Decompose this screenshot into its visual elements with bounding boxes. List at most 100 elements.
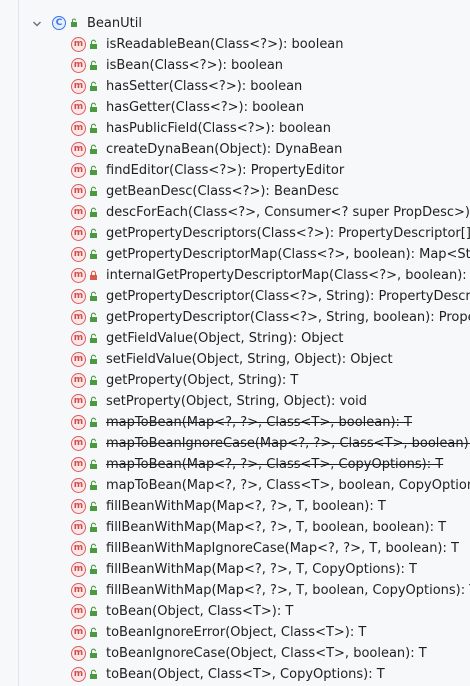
tree-node-method[interactable]: m toBeanIgnoreCase(Object, Class<T>, bool… (0, 643, 470, 664)
method-signature: toBeanIgnoreError(Object, Class<T>): T (106, 625, 367, 640)
tree-node-method[interactable]: m mapToBean(Map<?, ?>, Class<T>, boolean)… (0, 412, 470, 433)
tree-node-method[interactable]: m setFieldValue(Object, String, Object): … (0, 349, 470, 370)
method-icon: m (71, 436, 86, 451)
method-signature: hasPublicField(Class<?>): boolean (106, 121, 331, 136)
method-signature: hasGetter(Class<?>): boolean (106, 100, 305, 115)
public-lock-icon (90, 375, 97, 385)
method-signature: findEditor(Class<?>): PropertyEditor (106, 163, 345, 178)
tree-node-method[interactable]: m fillBeanWithMap(Map<?, ?>, T, CopyOptio… (0, 559, 470, 580)
tree-node-method[interactable]: m hasSetter(Class<?>): boolean (0, 76, 470, 97)
tree-node-method[interactable]: m getPropertyDescriptors(Class<?>): Prope… (0, 223, 470, 244)
method-icon: m (71, 310, 86, 325)
method-icon: m (71, 352, 86, 367)
tree-node-method[interactable]: m getPropertyDescriptorMap(Class<?>, bool… (0, 244, 470, 265)
tree-node-method[interactable]: m setProperty(Object, String, Object): vo… (0, 391, 470, 412)
public-lock-icon (90, 396, 97, 406)
public-lock-icon (90, 501, 97, 511)
tree-node-method[interactable]: m isReadableBean(Class<?>): boolean (0, 34, 470, 55)
tree-node-method[interactable]: m fillBeanWithMap(Map<?, ?>, T, boolean, … (0, 580, 470, 601)
public-lock-icon (90, 459, 97, 469)
public-lock-icon (90, 669, 97, 679)
method-signature: descForEach(Class<?>, Consumer<? super P… (106, 205, 470, 220)
tree-node-method[interactable]: m fillBeanWithMap(Map<?, ?>, T, boolean):… (0, 496, 470, 517)
tree-node-method[interactable]: m getBeanDesc(Class<?>): BeanDesc (0, 181, 470, 202)
method-signature: fillBeanWithMap(Map<?, ?>, T, boolean, C… (106, 583, 470, 598)
method-signature: internalGetPropertyDescriptorMap(Class<?… (106, 268, 470, 283)
tree-node-method[interactable]: m toBean(Object, Class<T>, CopyOptions): … (0, 664, 470, 685)
public-lock-icon (90, 60, 97, 70)
public-lock-icon (90, 627, 97, 637)
public-lock-icon (90, 228, 97, 238)
chevron-down-icon[interactable] (32, 19, 42, 29)
method-signature: getProperty(Object, String): T (106, 373, 299, 388)
public-lock-icon (90, 186, 97, 196)
public-lock-icon (90, 249, 97, 259)
method-icon: m (71, 289, 86, 304)
method-icon: m (71, 667, 86, 682)
tree-node-method[interactable]: m mapToBean(Map<?, ?>, Class<T>, boolean,… (0, 475, 470, 496)
method-icon: m (71, 268, 86, 283)
method-signature: fillBeanWithMap(Map<?, ?>, T, boolean): … (106, 499, 386, 514)
tree-node-class[interactable]: C BeanUtil (0, 13, 470, 34)
tree-node-method[interactable]: m createDynaBean(Object): DynaBean (0, 139, 470, 160)
tree-node-method[interactable]: m toBeanIgnoreError(Object, Class<T>): T (0, 622, 470, 643)
method-icon: m (71, 100, 86, 115)
tree-node-method[interactable]: m isBean(Class<?>): boolean (0, 55, 470, 76)
public-lock-icon (90, 522, 97, 532)
tree-node-method[interactable]: m getFieldValue(Object, String): Object (0, 328, 470, 349)
public-lock-icon (90, 207, 97, 217)
tree-node-method[interactable]: m toBean(Object, Class<T>): T (0, 601, 470, 622)
method-icon: m (71, 247, 86, 262)
method-signature: fillBeanWithMap(Map<?, ?>, T, boolean, b… (106, 520, 447, 535)
method-icon: m (71, 415, 86, 430)
method-icon: m (71, 457, 86, 472)
method-icon: m (71, 142, 86, 157)
method-signature: toBean(Object, Class<T>): T (106, 604, 294, 619)
method-icon: m (71, 163, 86, 178)
public-visibility-icon (71, 18, 77, 27)
method-icon: m (71, 331, 86, 346)
public-lock-icon (90, 417, 97, 427)
method-signature: setFieldValue(Object, String, Object): O… (106, 352, 393, 367)
method-signature: getFieldValue(Object, String): Object (106, 331, 344, 346)
method-icon: m (71, 520, 86, 535)
public-lock-icon (90, 606, 97, 616)
structure-tree: C BeanUtil m isReadableBean(Class<?>): bo… (0, 0, 470, 686)
tree-node-method[interactable]: m findEditor(Class<?>): PropertyEditor (0, 160, 470, 181)
tree-node-method[interactable]: m fillBeanWithMapIgnoreCase(Map<?, ?>, T,… (0, 538, 470, 559)
public-lock-icon (90, 81, 97, 91)
method-signature: isBean(Class<?>): boolean (106, 58, 284, 73)
public-lock-icon (90, 39, 97, 49)
tree-node-method[interactable]: m getPropertyDescriptor(Class<?>, String,… (0, 307, 470, 328)
method-icon: m (71, 226, 86, 241)
tree-node-method[interactable]: m mapToBeanIgnoreCase(Map<?, ?>, Class<T>… (0, 433, 470, 454)
method-signature: createDynaBean(Object): DynaBean (106, 142, 343, 157)
private-lock-icon (90, 270, 97, 280)
public-lock-icon (90, 438, 97, 448)
method-icon: m (71, 499, 86, 514)
method-signature: hasSetter(Class<?>): boolean (106, 79, 303, 94)
public-lock-icon (90, 102, 97, 112)
public-lock-icon (90, 123, 97, 133)
public-lock-icon (90, 144, 97, 154)
class-icon: C (52, 16, 66, 30)
method-signature: mapToBean(Map<?, ?>, Class<T>, CopyOptio… (106, 457, 444, 472)
method-signature: mapToBean(Map<?, ?>, Class<T>, boolean):… (106, 415, 413, 430)
tree-node-method[interactable]: m mapToBean(Map<?, ?>, Class<T>, CopyOpti… (0, 454, 470, 475)
method-icon: m (71, 604, 86, 619)
tree-node-method[interactable]: m fillBeanWithMap(Map<?, ?>, T, boolean, … (0, 517, 470, 538)
tree-node-method[interactable]: m descForEach(Class<?>, Consumer<? super … (0, 202, 470, 223)
tree-node-method[interactable]: m hasPublicField(Class<?>): boolean (0, 118, 470, 139)
tree-node-method[interactable]: m getProperty(Object, String): T (0, 370, 470, 391)
method-icon: m (71, 394, 86, 409)
method-signature: toBeanIgnoreCase(Object, Class<T>, boole… (106, 646, 427, 661)
method-icon: m (71, 184, 86, 199)
method-icon: m (71, 58, 86, 73)
tree-node-method[interactable]: m getPropertyDescriptor(Class<?>, String)… (0, 286, 470, 307)
tree-node-method[interactable]: m internalGetPropertyDescriptorMap(Class<… (0, 265, 470, 286)
method-icon: m (71, 625, 86, 640)
tree-node-method[interactable]: m hasGetter(Class<?>): boolean (0, 97, 470, 118)
method-icon: m (71, 121, 86, 136)
method-icon: m (71, 541, 86, 556)
public-lock-icon (90, 543, 97, 553)
